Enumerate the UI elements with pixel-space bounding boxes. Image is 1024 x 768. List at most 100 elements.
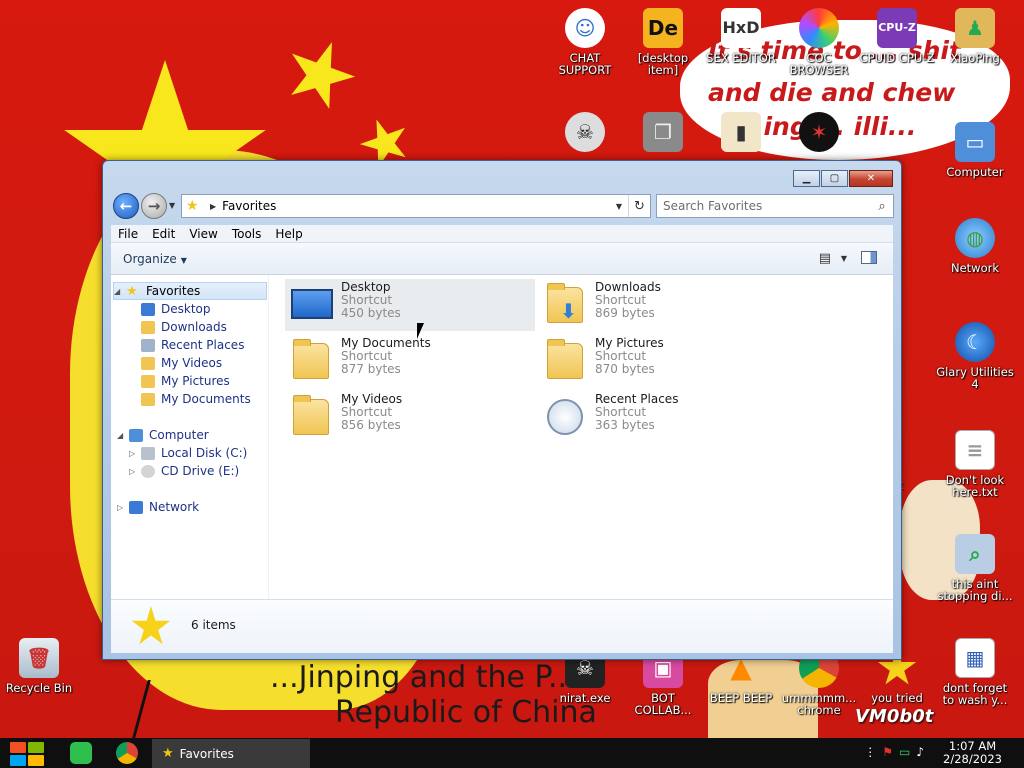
collapse-icon[interactable]: ◢ (114, 287, 126, 296)
nav-downloads[interactable]: Downloads (141, 318, 227, 336)
preview-pane-button[interactable] (861, 251, 877, 264)
cpuz-icon: CPU-Z (877, 8, 917, 48)
expand-icon[interactable]: ▷ (129, 467, 141, 476)
start-logo-tile (10, 742, 26, 753)
address-bar[interactable]: ★ ▶ Favorites ▼ ↻ (181, 194, 651, 218)
calendar-file-icon: ▦ (955, 638, 995, 678)
desktop-icon-hxd[interactable]: HxD SEX EDITOR (702, 8, 780, 64)
nav-computer[interactable]: ◢ Computer (117, 426, 209, 444)
desktop-icon-computer[interactable]: ▭ Computer (936, 122, 1014, 178)
search-input[interactable]: Search Favorites ⌕ (656, 194, 894, 218)
taskbar: ★ Favorites ⋮ ⚑ ▭ ♪ 1:07 AM 2/28/2023 (0, 738, 1024, 768)
collapse-icon[interactable]: ◢ (117, 431, 129, 440)
flag-icon[interactable]: ⚑ (882, 745, 893, 759)
desktop-icon-glary[interactable]: ☾ Glary Utilities 4 (936, 322, 1014, 390)
nav-recent-places[interactable]: Recent Places (141, 336, 244, 354)
wallpaper-watermark: VM0b0t (855, 706, 934, 727)
book-icon: ▮ (721, 112, 761, 152)
mouse-cursor-icon (417, 323, 424, 339)
expand-icon[interactable]: ▷ (129, 449, 141, 458)
menu-tools[interactable]: Tools (225, 227, 269, 241)
desktop-icon-recycle-bin[interactable]: 🗑 Recycle Bin (0, 638, 78, 694)
desktop-icon-xiaoping[interactable]: ♟ XiaoPing (936, 8, 1014, 64)
desktop-icon-skull[interactable]: ☠ (546, 112, 624, 156)
change-view-icon[interactable]: ▤ (819, 251, 831, 266)
taskbar-clock[interactable]: 1:07 AM 2/28/2023 (943, 740, 1002, 766)
network-icon (129, 500, 143, 514)
desktop-icon-cpuz[interactable]: CPU-Z CPUID CPU-Z (858, 8, 936, 64)
forward-button[interactable]: → (141, 193, 167, 219)
navigation-row: ← → ▼ ★ ▶ Favorites ▼ ↻ Search Favorites… (111, 192, 894, 220)
window-controls: ▁ ▢ ✕ (793, 170, 893, 187)
wallpaper-caption: and die and chew (708, 78, 956, 107)
dark-circle-logo-icon: ✶ (799, 112, 839, 152)
start-button[interactable] (10, 742, 44, 766)
list-item[interactable]: My Pictures Shortcut 870 bytes (539, 335, 789, 387)
desktop-icon-this-aint[interactable]: ⌕ this aint stopping di... (936, 534, 1014, 602)
details-pane: 6 items (111, 599, 893, 653)
menu-help[interactable]: Help (268, 227, 309, 241)
search-icon[interactable]: ⌕ (871, 199, 893, 214)
explorer-body: ◢ ★ Favorites Desktop Downloads Recent P… (111, 275, 893, 599)
desktop-icon-de[interactable]: De [desktop item] (624, 8, 702, 76)
network-tray-icon[interactable]: ▭ (899, 745, 910, 759)
nav-my-videos[interactable]: My Videos (141, 354, 222, 372)
skull-glasses-icon: ☠ (565, 112, 605, 152)
command-bar: Organize ▼ ▤ ▼ (111, 243, 893, 275)
minimize-button[interactable]: ▁ (793, 170, 820, 187)
volume-icon[interactable]: ♪ (916, 745, 924, 759)
text-file-icon: ≡ (955, 430, 995, 470)
expand-icon[interactable]: ▷ (117, 503, 129, 512)
pictures-folder-icon (141, 374, 155, 388)
recent-pages-dropdown[interactable]: ▼ (169, 201, 175, 210)
nav-network[interactable]: ▷ Network (117, 498, 199, 516)
desktop-icon-chat-support[interactable]: ☺ CHAT SUPPORT (546, 8, 624, 76)
desktop-icon-book[interactable]: ▮ (702, 112, 780, 156)
search-placeholder: Search Favorites (663, 199, 763, 213)
desktop-icon-dont-look[interactable]: ≡ Don't look here.txt (936, 430, 1014, 498)
pictures-folder-icon (543, 337, 589, 383)
nav-local-disk[interactable]: ▷ Local Disk (C:) (129, 444, 247, 462)
chevron-down-icon: ▼ (180, 255, 187, 265)
nav-favorites[interactable]: ◢ ★ Favorites (113, 282, 267, 300)
list-item[interactable]: My Documents Shortcut 877 bytes (285, 335, 535, 387)
start-logo-tile (28, 742, 44, 753)
list-item[interactable]: Desktop Shortcut 450 bytes (285, 279, 535, 331)
desktop-icon-windows-stack[interactable]: ❐ (624, 112, 702, 156)
desktop-icon-dark-logo[interactable]: ✶ (780, 112, 858, 156)
address-path[interactable]: Favorites (222, 199, 610, 213)
organize-button[interactable]: Organize ▼ (123, 252, 187, 266)
breadcrumb-chevron-icon[interactable]: ▶ (210, 202, 216, 211)
glary-moon-icon: ☾ (955, 322, 995, 362)
refresh-button[interactable]: ↻ (628, 195, 650, 217)
chrome-icon[interactable] (116, 742, 138, 764)
network-globe-icon: ◍ (955, 218, 995, 258)
list-item[interactable]: My Videos Shortcut 856 bytes (285, 391, 535, 443)
desktop-icon-coc-browser[interactable]: COC BROWSER (780, 8, 858, 76)
list-item[interactable]: ⬇ Downloads Shortcut 869 bytes (539, 279, 789, 331)
maximize-button[interactable]: ▢ (821, 170, 848, 187)
desktop-icon-dont-forget[interactable]: ▦ dont forget to wash y... (936, 638, 1014, 706)
back-button[interactable]: ← (113, 193, 139, 219)
tray-overflow-icon[interactable]: ⋮ (864, 745, 876, 759)
menu-edit[interactable]: Edit (145, 227, 182, 241)
address-dropdown-icon[interactable]: ▼ (610, 202, 628, 211)
videos-folder-icon (141, 356, 155, 370)
clock-date: 2/28/2023 (943, 752, 1002, 766)
recent-places-icon (141, 338, 155, 352)
list-item[interactable]: Recent Places Shortcut 363 bytes (539, 391, 789, 443)
nav-my-documents[interactable]: My Documents (141, 390, 251, 408)
menu-view[interactable]: View (182, 227, 224, 241)
green-app-icon[interactable] (70, 742, 92, 764)
nav-desktop[interactable]: Desktop (141, 300, 211, 318)
nav-cd-drive[interactable]: ▷ CD Drive (E:) (129, 462, 239, 480)
menu-file[interactable]: File (111, 227, 145, 241)
taskbar-favorites-window[interactable]: ★ Favorites (152, 739, 310, 768)
close-button[interactable]: ✕ (849, 170, 893, 187)
view-options-dropdown[interactable]: ▼ (841, 254, 847, 263)
desktop-icon-network[interactable]: ◍ Network (936, 218, 1014, 274)
desktop-icon (141, 302, 155, 316)
start-logo-tile (28, 755, 44, 766)
hard-drive-icon (141, 446, 155, 460)
nav-my-pictures[interactable]: My Pictures (141, 372, 230, 390)
